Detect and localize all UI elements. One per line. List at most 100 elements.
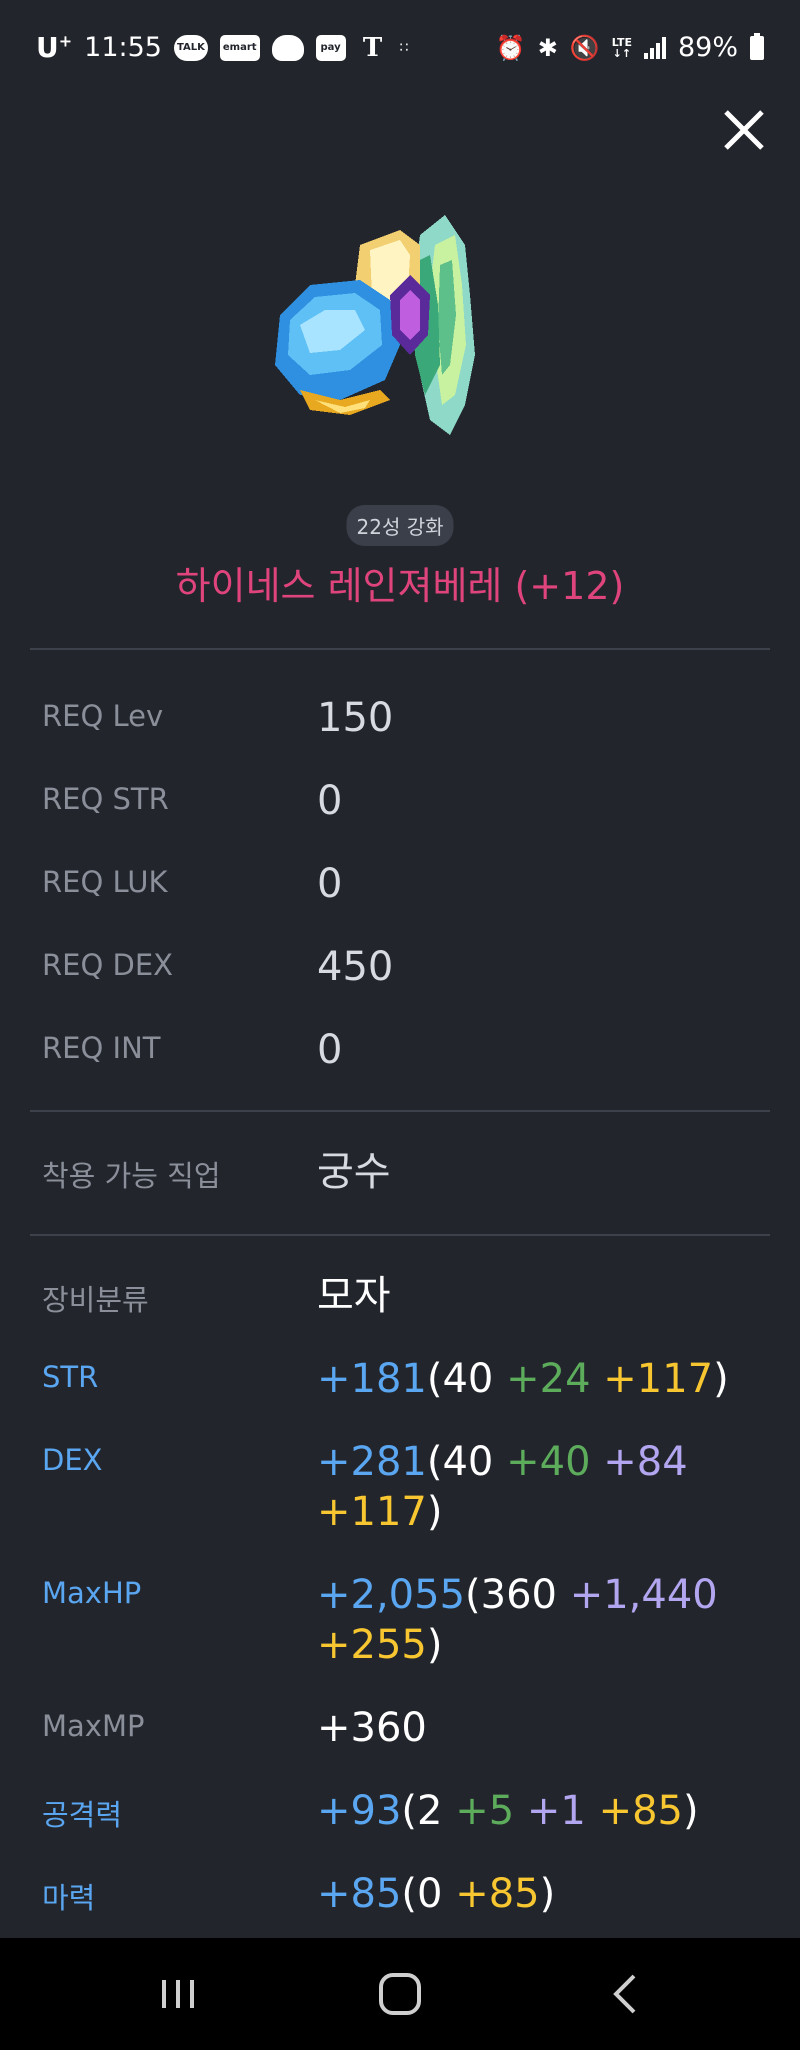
status-bar-right: ⏰ ✱ 🔇 LTE ↓↑ 89% xyxy=(496,32,764,63)
stat-scroll-bonus: +24 xyxy=(506,1356,591,1402)
stat-total: +181 xyxy=(317,1356,427,1402)
star-force-badge: 22성 강화 xyxy=(346,505,454,546)
req-str-row: REQ STR 0 xyxy=(42,776,762,826)
stat-label: MaxHP xyxy=(42,1576,142,1610)
paren-open: ( xyxy=(401,1871,418,1917)
stat-label: STR xyxy=(42,1360,99,1394)
category-row: 장비분류 모자 xyxy=(42,1271,762,1321)
stat-scroll-bonus: +40 xyxy=(506,1439,591,1485)
alarm-icon: ⏰ xyxy=(495,33,526,62)
stat-value: +85(0 +85) xyxy=(317,1869,762,1919)
item-image xyxy=(270,205,530,450)
req-value: 150 xyxy=(317,695,394,741)
req-label: REQ LUK xyxy=(42,865,168,899)
signal-icon xyxy=(643,36,666,59)
req-label: REQ INT xyxy=(42,1031,161,1065)
stat-star-bonus: +85 xyxy=(598,1788,683,1834)
req-luk-row: REQ LUK 0 xyxy=(42,859,762,909)
paren-open: ( xyxy=(426,1356,443,1402)
stat-value: +2,055(360 +1,440 +255) xyxy=(317,1570,762,1670)
stat-total: +93 xyxy=(317,1788,402,1834)
stat-star-bonus: +85 xyxy=(455,1871,540,1917)
stat-star-bonus: +255 xyxy=(317,1622,427,1668)
emart-icon: emart xyxy=(219,34,260,61)
category-label: 장비분류 xyxy=(42,1283,149,1317)
category-value: 모자 xyxy=(317,1273,391,1319)
stat-label: 공격력 xyxy=(42,1798,123,1832)
divider xyxy=(30,1110,770,1112)
job-value: 궁수 xyxy=(317,1149,391,1195)
bluetooth-icon: ✱ xyxy=(537,33,558,62)
stat-base: 2 xyxy=(417,1788,443,1834)
paren-open: ( xyxy=(426,1439,443,1485)
req-label: REQ Lev xyxy=(42,699,164,733)
stat-row-magic-attack: 마력 +85(0 +85) xyxy=(42,1869,762,1919)
req-value: 0 xyxy=(317,1027,343,1073)
stat-row-attack: 공격력 +93(2 +5 +1 +85) xyxy=(42,1786,762,1836)
req-value: 0 xyxy=(317,861,343,907)
job-label: 착용 가능 직업 xyxy=(42,1159,221,1193)
stat-total: +85 xyxy=(317,1871,402,1917)
paren-close: ) xyxy=(539,1871,556,1917)
status-time: 11:55 xyxy=(84,32,162,63)
stat-base: 360 xyxy=(480,1572,557,1618)
recent-apps-icon xyxy=(162,1980,194,2008)
close-icon xyxy=(724,110,764,150)
stat-total: +281 xyxy=(317,1439,427,1485)
paren-open: ( xyxy=(465,1572,481,1618)
stat-base: 0 xyxy=(417,1871,443,1917)
status-bar: U+ 11:55 TALK emart pay T ∷ ⏰ ✱ 🔇 LTE ↓↑ … xyxy=(0,0,800,95)
stat-row-maxmp: MaxMP +360 xyxy=(42,1703,762,1753)
cloud-chat-icon xyxy=(271,34,304,61)
paren-close: ) xyxy=(426,1489,443,1535)
tmap-icon: T xyxy=(362,32,383,63)
stat-value: +93(2 +5 +1 +85) xyxy=(317,1786,762,1836)
stat-total: +2,055 xyxy=(317,1572,466,1618)
stat-label: 마력 xyxy=(42,1881,96,1915)
stat-star-bonus: +117 xyxy=(317,1489,427,1535)
stat-row-str: STR +181(40 +24 +117) xyxy=(42,1354,762,1404)
stat-scroll-bonus: +5 xyxy=(455,1788,515,1834)
stat-row-maxhp: MaxHP +2,055(360 +1,440 +255) xyxy=(42,1570,762,1670)
req-value: 450 xyxy=(317,944,394,990)
stat-value: +181(40 +24 +117) xyxy=(317,1354,762,1404)
req-label: REQ DEX xyxy=(42,948,174,982)
navigation-bar xyxy=(0,1938,800,2050)
paren-close: ) xyxy=(713,1356,729,1402)
stat-star-bonus: +117 xyxy=(603,1356,714,1402)
recent-apps-button[interactable] xyxy=(150,1966,206,2022)
divider xyxy=(30,1234,770,1236)
pay-icon: pay xyxy=(315,34,346,61)
back-button[interactable] xyxy=(598,1966,654,2022)
req-value: 0 xyxy=(317,778,343,824)
mute-icon: 🔇 xyxy=(569,33,600,62)
req-level-row: REQ Lev 150 xyxy=(42,693,762,743)
more-notifications-icon: ∷ xyxy=(399,39,410,56)
req-int-row: REQ INT 0 xyxy=(42,1025,762,1075)
stat-value: +360 xyxy=(317,1705,427,1751)
stat-value: +281(40 +40 +84 +117) xyxy=(317,1437,762,1537)
close-button[interactable] xyxy=(718,104,770,156)
stat-base: 40 xyxy=(442,1356,494,1402)
stat-flame-bonus: +1,440 xyxy=(569,1572,718,1618)
paren-open: ( xyxy=(401,1788,418,1834)
stat-label: DEX xyxy=(42,1443,103,1477)
battery-icon xyxy=(750,32,764,60)
status-bar-left: U+ 11:55 TALK emart pay T ∷ xyxy=(36,31,409,64)
stat-flame-bonus: +1 xyxy=(526,1788,586,1834)
back-icon xyxy=(613,1974,636,2014)
lte-icon: LTE ↓↑ xyxy=(611,35,632,60)
kakaotalk-icon: TALK xyxy=(173,34,208,61)
home-button[interactable] xyxy=(372,1966,428,2022)
home-icon xyxy=(379,1973,421,2015)
stat-base: 40 xyxy=(442,1439,494,1485)
req-dex-row: REQ DEX 450 xyxy=(42,942,762,992)
stat-flame-bonus: +84 xyxy=(603,1439,688,1485)
carrier-label: U+ xyxy=(36,31,73,64)
paren-close: ) xyxy=(426,1622,443,1668)
job-row: 착용 가능 직업 궁수 xyxy=(42,1147,762,1197)
item-name: 하이네스 레인져베레 (+12) xyxy=(175,564,625,608)
battery-percent: 89% xyxy=(677,32,738,63)
req-label: REQ STR xyxy=(42,782,169,816)
stat-row-dex: DEX +281(40 +40 +84 +117) xyxy=(42,1437,762,1537)
